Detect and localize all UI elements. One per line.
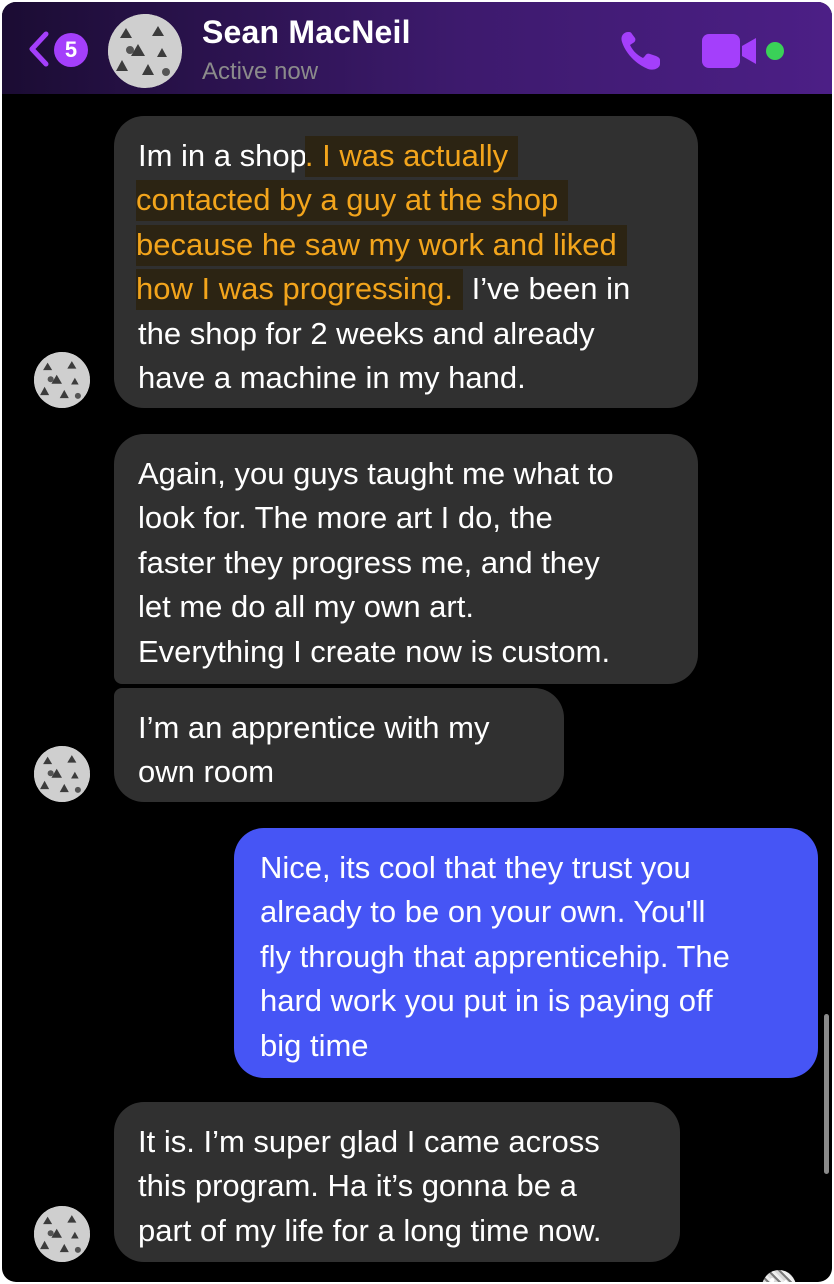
seen-receipt-avatar [762, 1270, 796, 1282]
messenger-conversation-window: 5 Sean MacNeil Active now Im in a shop. … [2, 2, 832, 1282]
sender-avatar[interactable] [34, 746, 90, 802]
video-camera-icon[interactable] [700, 32, 760, 70]
incoming-message-bubble[interactable]: Again, you guys taught me what to look f… [114, 434, 698, 684]
message-line: I’m an apprentice with my [138, 710, 490, 745]
message-line: the shop for 2 weeks and already [138, 315, 595, 351]
message-line: part of my life for a long time now. [138, 1212, 602, 1248]
message-line: own room [138, 754, 275, 790]
message-line: big time [260, 1027, 369, 1063]
sender-avatar[interactable] [34, 352, 90, 408]
message-line: It is. I’m super glad I came across [138, 1124, 600, 1159]
message-line: already to be on your own. You'll [260, 894, 706, 930]
scrollbar[interactable] [824, 1014, 829, 1174]
contact-name[interactable]: Sean MacNeil [202, 14, 411, 51]
incoming-message-bubble[interactable]: Im in a shop. I was actually contacted b… [114, 116, 698, 408]
contact-avatar[interactable] [108, 14, 182, 88]
message-line: hard work you put in is paying off [260, 983, 713, 1019]
message-line: fly through that apprenticehip. The [260, 938, 730, 974]
message-line: how I was progressing. I’ve been in [136, 267, 674, 311]
message-line: contacted by a guy at the shop [136, 178, 674, 222]
message-line: Im in a shop. I was actually [138, 134, 674, 178]
message-line: let me do all my own art. [138, 589, 474, 625]
message-line: look for. The more art I do, the [138, 500, 553, 536]
incoming-message-bubble[interactable]: It is. I’m super glad I came across this… [114, 1102, 680, 1262]
message-line: Again, you guys taught me what to [138, 456, 614, 491]
online-indicator [766, 42, 784, 60]
highlighted-text: . I was actually [304, 136, 519, 177]
phone-icon[interactable] [616, 28, 666, 74]
outgoing-message-bubble[interactable]: Nice, its cool that they trust you alrea… [234, 828, 818, 1078]
sender-avatar[interactable] [34, 1206, 90, 1262]
incoming-message-bubble[interactable]: I’m an apprentice with my own room [114, 688, 564, 802]
message-line: Everything I create now is custom. [138, 633, 611, 669]
highlighted-text: how I was progressing. [136, 269, 464, 311]
message-line: Nice, its cool that they trust you [260, 850, 691, 885]
unread-count-badge[interactable]: 5 [54, 33, 88, 67]
message-line: faster they progress me, and they [138, 544, 600, 580]
message-line: because he saw my work and liked [136, 223, 674, 267]
back-chevron-icon[interactable] [26, 30, 52, 68]
message-line: this program. Ha it’s gonna be a [138, 1168, 577, 1204]
highlighted-text: contacted by a guy at the shop [136, 180, 569, 222]
active-status: Active now [202, 58, 319, 85]
highlighted-text: because he saw my work and liked [136, 224, 627, 266]
conversation-header: 5 Sean MacNeil Active now [2, 2, 832, 94]
message-line: have a machine in my hand. [138, 360, 526, 396]
